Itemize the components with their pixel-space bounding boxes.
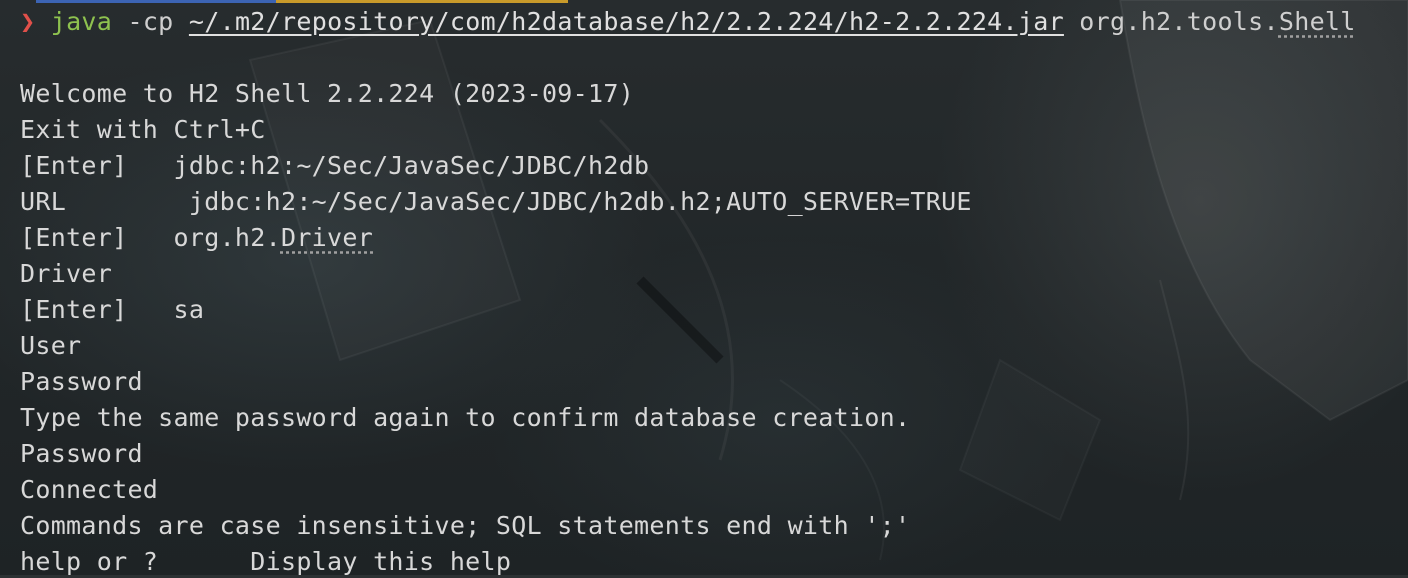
help-line: help or ? Display this help	[20, 547, 512, 576]
classpath-link[interactable]: ~/.m2/repository/com/h2database/h2/2.2.2…	[189, 7, 1064, 36]
password-again-line: Password	[20, 439, 143, 468]
main-class: org.h2.tools.Shell	[1079, 7, 1356, 36]
user-default-line: [Enter] sa	[20, 295, 205, 324]
command-line: ❯ java -cp ~/.m2/repository/com/h2databa…	[20, 4, 1408, 40]
confirm-message-line: Type the same password again to confirm …	[20, 403, 911, 432]
command-flag: -cp	[127, 7, 174, 36]
password-label-line: Password	[20, 367, 143, 396]
terminal-window[interactable]: ❯ java -cp ~/.m2/repository/com/h2databa…	[0, 0, 1408, 578]
exit-hint-line: Exit with Ctrl+C	[20, 115, 266, 144]
command-name: java	[50, 7, 113, 36]
welcome-line: Welcome to H2 Shell 2.2.224 (2023-09-17)	[20, 79, 635, 108]
user-label-line: User	[20, 331, 82, 360]
driver-label-line: Driver	[20, 259, 113, 288]
terminal-output[interactable]: ❯ java -cp ~/.m2/repository/com/h2databa…	[20, 4, 1408, 578]
driver-default-line: [Enter] org.h2.Driver	[20, 223, 374, 252]
url-default-line: [Enter] jdbc:h2:~/Sec/JavaSec/JDBC/h2db	[20, 151, 650, 180]
url-entry-line: URL jdbc:h2:~/Sec/JavaSec/JDBC/h2db.h2;A…	[20, 187, 972, 216]
commands-info-line: Commands are case insensitive; SQL state…	[20, 511, 911, 540]
prompt-icon: ❯	[20, 7, 36, 36]
connected-line: Connected	[20, 475, 159, 504]
active-tab-indicator	[36, 0, 568, 3]
